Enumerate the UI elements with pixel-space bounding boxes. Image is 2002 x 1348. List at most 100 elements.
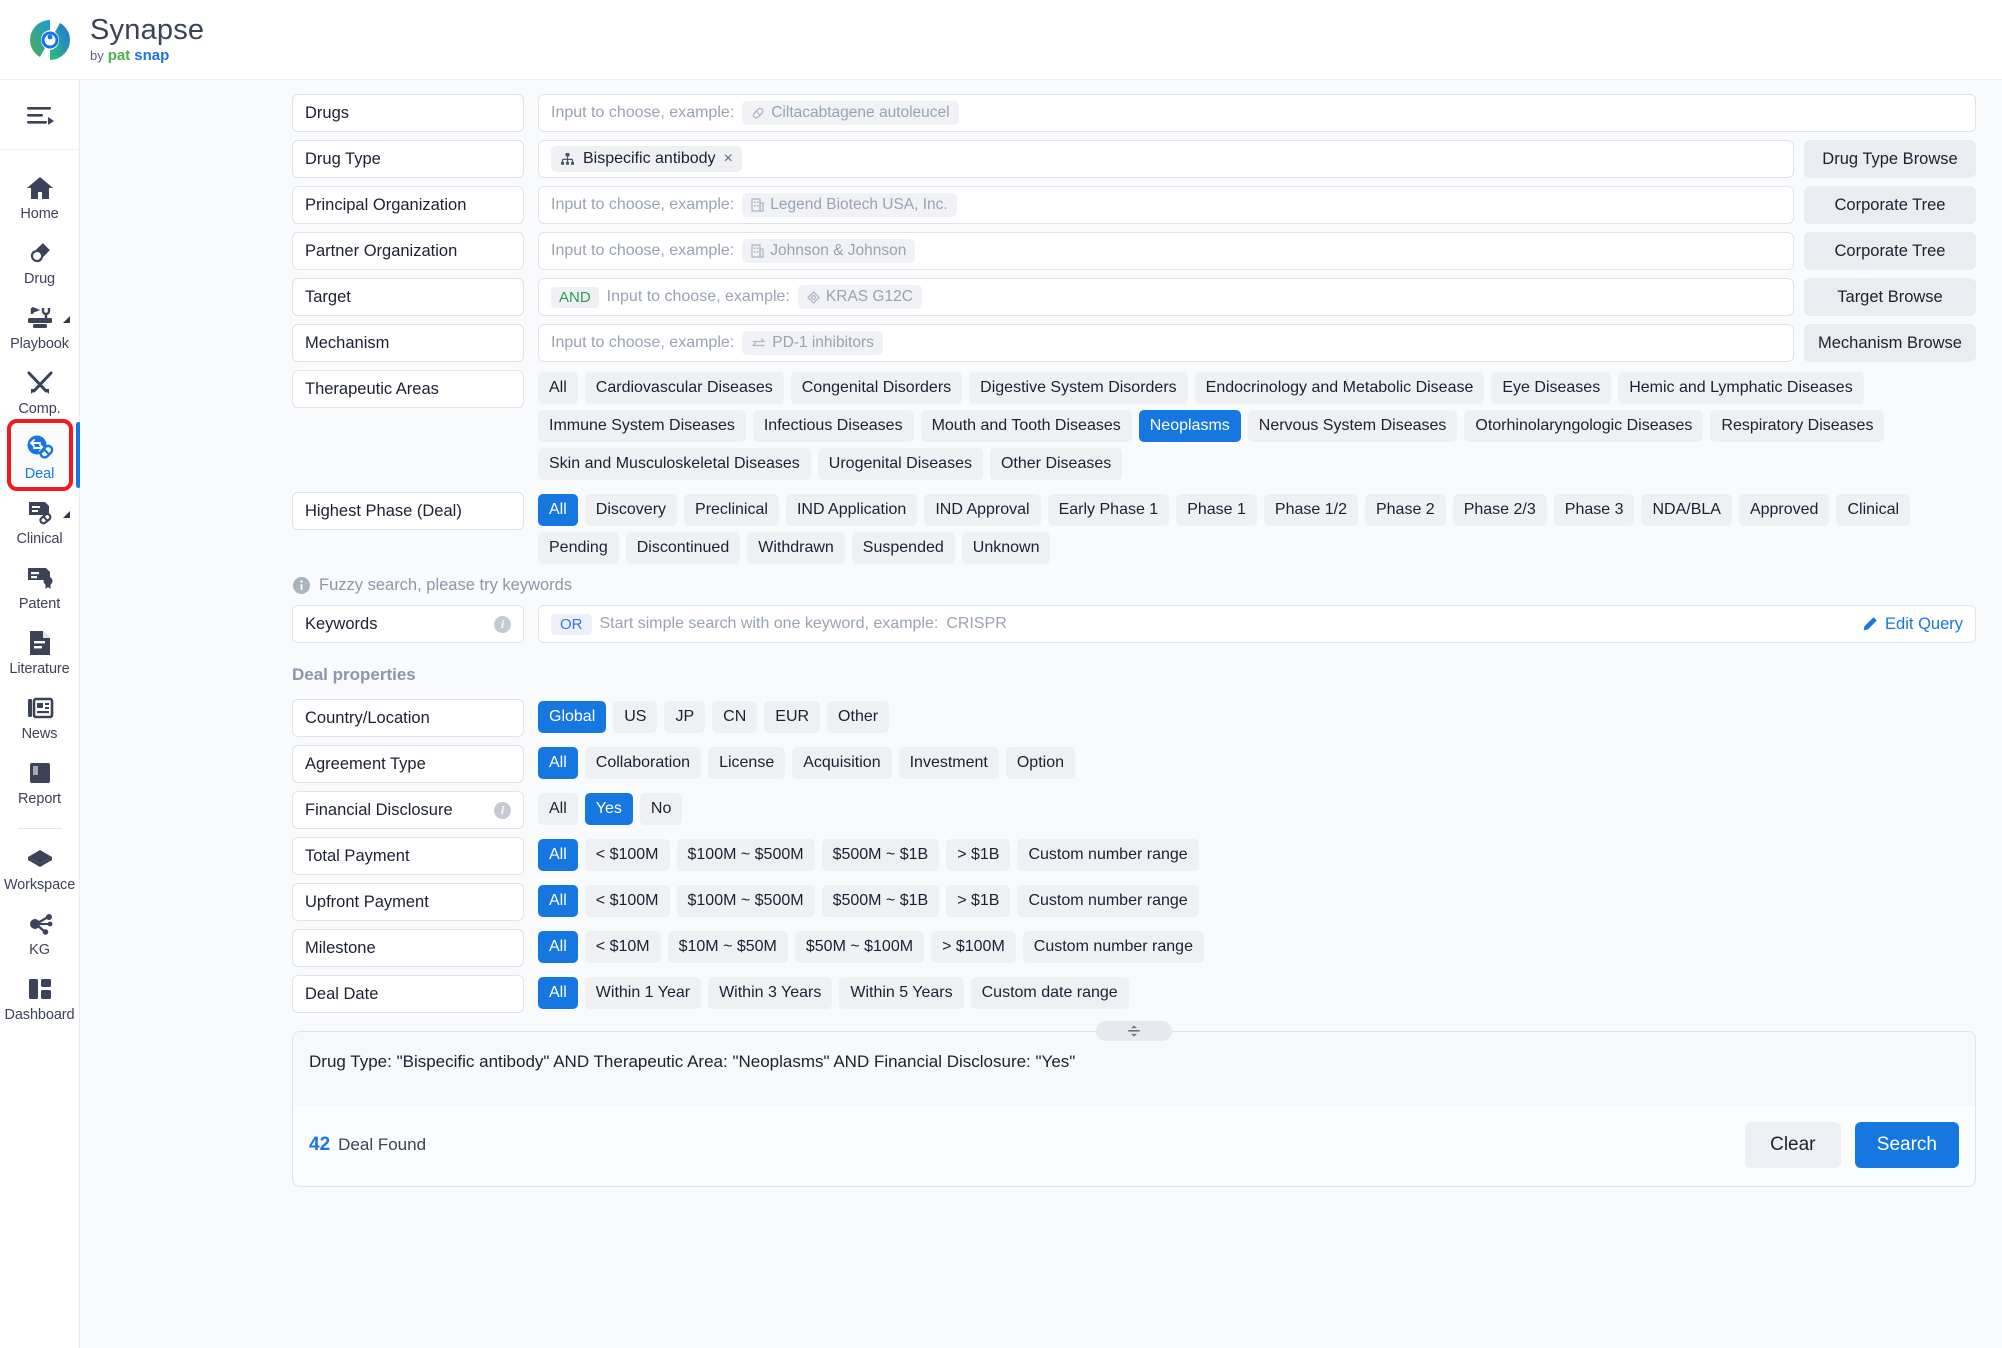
drug-type-input[interactable]: Bispecific antibody ×	[538, 140, 1794, 178]
target-operator-toggle[interactable]: AND	[551, 286, 599, 308]
upfront-payment-chip[interactable]: Custom number range	[1017, 885, 1199, 917]
partner-organization-corporate-tree-button[interactable]: Corporate Tree	[1804, 232, 1976, 270]
sidebar-item-home[interactable]: Home	[0, 164, 80, 229]
therapeutic-area-chip[interactable]: Infectious Diseases	[752, 410, 914, 442]
sidebar-item-report[interactable]: Report	[0, 749, 80, 814]
highest-phase-chip[interactable]: Clinical	[1836, 494, 1911, 526]
mechanism-browse-button[interactable]: Mechanism Browse	[1804, 324, 1976, 362]
highest-phase-chip[interactable]: Withdrawn	[747, 532, 845, 564]
highest-phase-chip[interactable]: Phase 2	[1364, 494, 1446, 526]
milestone-chip[interactable]: > $100M	[931, 931, 1016, 963]
total-payment-chip[interactable]: $100M ~ $500M	[676, 839, 815, 871]
financial-disclosure-chip[interactable]: Yes	[584, 793, 633, 825]
upfront-payment-chip[interactable]: $100M ~ $500M	[676, 885, 815, 917]
therapeutic-area-chip[interactable]: Urogenital Diseases	[817, 448, 983, 480]
mechanism-input[interactable]: Input to choose, example: PD-1 inhibitor…	[538, 324, 1794, 362]
partner-organization-input[interactable]: Input to choose, example: Johnson & John…	[538, 232, 1794, 270]
clear-button[interactable]: Clear	[1744, 1122, 1841, 1168]
deal-date-chip[interactable]: Within 5 Years	[839, 977, 964, 1009]
principal-organization-input[interactable]: Input to choose, example: Legend Biotech…	[538, 186, 1794, 224]
target-input[interactable]: AND Input to choose, example: KRAS G12C	[538, 278, 1794, 316]
milestone-chip[interactable]: All	[538, 931, 578, 963]
keywords-input[interactable]: OR Start simple search with one keyword,…	[538, 605, 1976, 643]
highest-phase-chip[interactable]: IND Approval	[924, 494, 1041, 526]
highest-phase-chip[interactable]: Phase 1	[1176, 494, 1257, 526]
highest-phase-chip[interactable]: All	[538, 494, 578, 526]
agreement-type-chip[interactable]: Investment	[898, 747, 999, 779]
therapeutic-area-chip[interactable]: Congenital Disorders	[790, 372, 963, 404]
agreement-type-chip[interactable]: Collaboration	[584, 747, 702, 779]
sidebar-item-workspace[interactable]: Workspace	[0, 835, 80, 900]
info-icon[interactable]: i	[494, 615, 511, 633]
deal-date-chip[interactable]: Custom date range	[970, 977, 1129, 1009]
keywords-operator-toggle[interactable]: OR	[551, 613, 592, 635]
agreement-type-chip[interactable]: Option	[1005, 747, 1075, 779]
info-icon[interactable]: i	[494, 801, 511, 819]
therapeutic-area-chip[interactable]: Respiratory Diseases	[1710, 410, 1885, 442]
highest-phase-chip[interactable]: NDA/BLA	[1641, 494, 1732, 526]
sidebar-item-drug[interactable]: Drug	[0, 229, 80, 294]
upfront-payment-chip[interactable]: All	[538, 885, 578, 917]
agreement-type-chip[interactable]: Acquisition	[792, 747, 892, 779]
milestone-chip[interactable]: < $10M	[584, 931, 661, 963]
highest-phase-chip[interactable]: Suspended	[851, 532, 955, 564]
financial-disclosure-chip[interactable]: All	[538, 793, 578, 825]
principal-organization-corporate-tree-button[interactable]: Corporate Tree	[1804, 186, 1976, 224]
deal-date-chip[interactable]: Within 1 Year	[584, 977, 702, 1009]
close-icon[interactable]: ×	[724, 151, 733, 167]
highest-phase-chip[interactable]: Discontinued	[625, 532, 741, 564]
therapeutic-area-chip[interactable]: Eye Diseases	[1491, 372, 1612, 404]
therapeutic-area-chip[interactable]: Digestive System Disorders	[969, 372, 1188, 404]
highest-phase-chip[interactable]: Phase 3	[1553, 494, 1635, 526]
therapeutic-area-chip[interactable]: Otorhinolaryngologic Diseases	[1464, 410, 1704, 442]
sidebar-item-comp[interactable]: Comp.	[0, 359, 80, 424]
therapeutic-area-chip[interactable]: Neoplasms	[1138, 410, 1241, 442]
deal-date-chip[interactable]: Within 3 Years	[708, 977, 833, 1009]
collapse-menu-icon[interactable]	[0, 80, 80, 150]
search-button[interactable]: Search	[1854, 1122, 1959, 1168]
upfront-payment-chip[interactable]: > $1B	[946, 885, 1011, 917]
sidebar-item-dashboard[interactable]: Dashboard	[0, 965, 80, 1030]
milestone-chip[interactable]: Custom number range	[1022, 931, 1204, 963]
country-location-chip[interactable]: US	[613, 701, 658, 733]
highest-phase-chip[interactable]: Pending	[538, 532, 619, 564]
agreement-type-chip[interactable]: All	[538, 747, 578, 779]
sidebar-item-kg[interactable]: KG	[0, 900, 80, 965]
milestone-chip[interactable]: $10M ~ $50M	[667, 931, 788, 963]
sidebar-item-news[interactable]: News	[0, 684, 80, 749]
therapeutic-area-chip[interactable]: Other Diseases	[989, 448, 1123, 480]
sidebar-item-playbook[interactable]: Playbook	[0, 294, 80, 359]
total-payment-chip[interactable]: $500M ~ $1B	[821, 839, 940, 871]
highest-phase-chip[interactable]: Early Phase 1	[1047, 494, 1170, 526]
upfront-payment-chip[interactable]: $500M ~ $1B	[821, 885, 940, 917]
country-location-chip[interactable]: JP	[664, 701, 706, 733]
deal-date-chip[interactable]: All	[538, 977, 578, 1009]
highest-phase-chip[interactable]: Preclinical	[684, 494, 779, 526]
drug-type-token[interactable]: Bispecific antibody ×	[551, 146, 742, 172]
highest-phase-chip[interactable]: Approved	[1738, 494, 1830, 526]
therapeutic-area-chip[interactable]: Endocrinology and Metabolic Disease	[1194, 372, 1485, 404]
country-location-chip[interactable]: Other	[827, 701, 890, 733]
therapeutic-area-chip[interactable]: All	[538, 372, 578, 404]
agreement-type-chip[interactable]: License	[708, 747, 786, 779]
total-payment-chip[interactable]: Custom number range	[1017, 839, 1199, 871]
highest-phase-chip[interactable]: Unknown	[961, 532, 1051, 564]
resize-handle-icon[interactable]	[1096, 1021, 1172, 1041]
country-location-chip[interactable]: CN	[712, 701, 758, 733]
total-payment-chip[interactable]: < $100M	[584, 839, 670, 871]
therapeutic-area-chip[interactable]: Immune System Diseases	[538, 410, 746, 442]
drug-type-browse-button[interactable]: Drug Type Browse	[1804, 140, 1976, 178]
total-payment-chip[interactable]: > $1B	[946, 839, 1011, 871]
highest-phase-chip[interactable]: Phase 2/3	[1452, 494, 1547, 526]
total-payment-chip[interactable]: All	[538, 839, 578, 871]
milestone-chip[interactable]: $50M ~ $100M	[794, 931, 925, 963]
financial-disclosure-chip[interactable]: No	[639, 793, 683, 825]
therapeutic-area-chip[interactable]: Skin and Musculoskeletal Diseases	[538, 448, 811, 480]
highest-phase-chip[interactable]: Phase 1/2	[1263, 494, 1358, 526]
edit-query-button[interactable]: Edit Query	[1861, 615, 1963, 634]
sidebar-item-patent[interactable]: Patent	[0, 554, 80, 619]
target-browse-button[interactable]: Target Browse	[1804, 278, 1976, 316]
upfront-payment-chip[interactable]: < $100M	[584, 885, 670, 917]
country-location-chip[interactable]: Global	[538, 701, 607, 733]
sidebar-item-deal[interactable]: Deal	[0, 419, 81, 491]
